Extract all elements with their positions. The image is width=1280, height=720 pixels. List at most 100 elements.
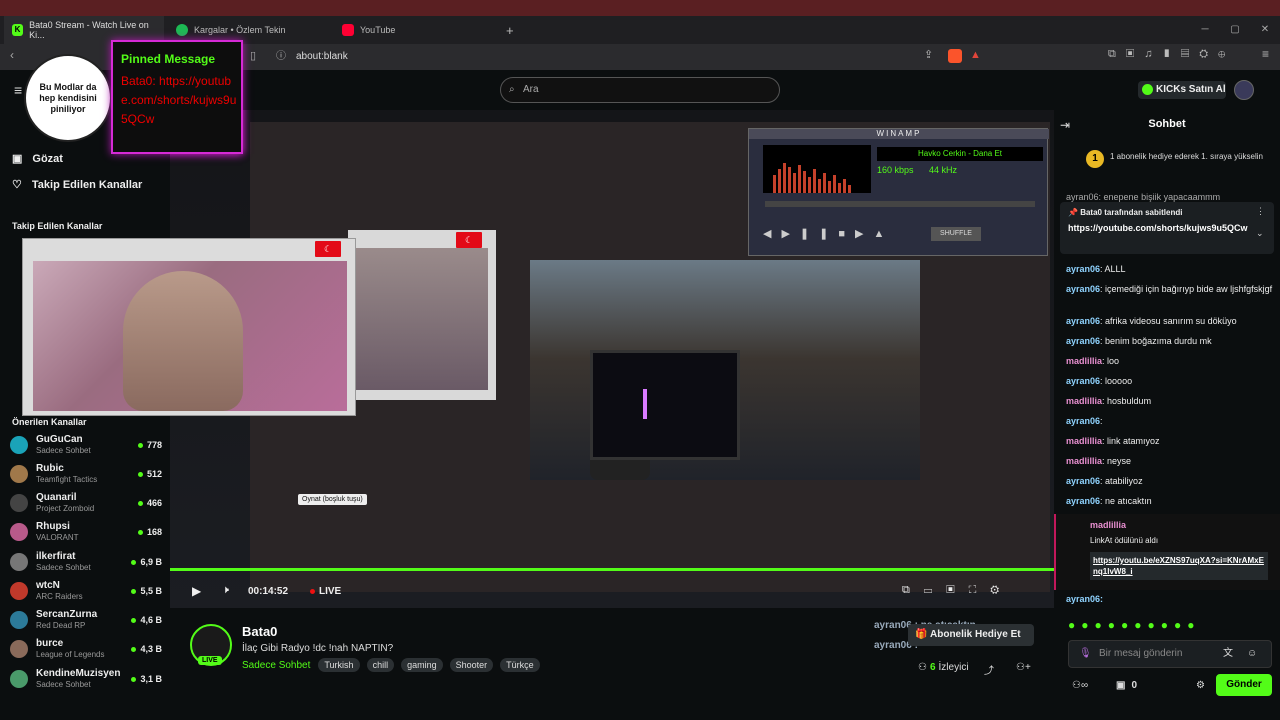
minimize-icon[interactable]: ─ <box>1190 16 1220 44</box>
bookmark-icon[interactable]: ▯ <box>250 49 256 62</box>
streamer-name[interactable]: Bata0 <box>242 624 277 639</box>
live-dot <box>137 529 143 535</box>
chat-message: madlillia: hosbuldum <box>1066 396 1152 406</box>
winamp-title: WINAMP <box>749 129 1049 139</box>
tag[interactable]: Türkçe <box>500 658 540 672</box>
tv-overlay: ☾ <box>22 238 356 416</box>
chat-username[interactable]: ayran06 <box>1066 376 1100 386</box>
maximize-icon[interactable]: ▢ <box>1220 16 1250 44</box>
sidebar-item-label: Gözat <box>32 152 63 165</box>
search-icon: ⌕ <box>509 84 515 95</box>
chat-settings-icon[interactable]: ⚙ <box>1196 680 1205 691</box>
channel-avatar <box>10 582 28 600</box>
send-button[interactable]: Gönder <box>1216 674 1272 696</box>
channel-row[interactable]: KendineMuzisyen Sadece Sohbet 3,1 B <box>10 665 162 693</box>
close-icon[interactable]: ✕ <box>1250 16 1280 44</box>
viewer-count: 3,1 B <box>140 674 162 684</box>
back-icon[interactable]: ‹ <box>10 48 14 62</box>
pinned-link[interactable]: https://youtube.com/shorts/kujws9u5QCw <box>1068 222 1256 234</box>
microphone-icon: 🎙 <box>1079 648 1092 659</box>
tag[interactable]: Shooter <box>449 658 494 672</box>
share-stream-icon[interactable]: ⤴ <box>984 662 994 677</box>
tv-inset-back: ☾ <box>348 230 496 400</box>
follow-user-icon[interactable]: ⚇+ <box>1016 662 1031 673</box>
kicks-coin-icon <box>1142 84 1153 95</box>
sidebar-item-following[interactable]: ♡ Takip Edilen Kanallar <box>12 178 142 192</box>
channel-name: Rhupsi <box>36 521 70 532</box>
chat-username[interactable]: madlillia <box>1066 356 1102 366</box>
pinned-message-overlay: Pinned Message Bata0: https://youtube.co… <box>111 40 243 154</box>
channel-row[interactable]: Quanaril Project Zomboid 466 <box>10 489 162 517</box>
menu-icon[interactable]: ≡ <box>1262 47 1269 61</box>
channel-row[interactable]: burce League of Legends 4,3 B <box>10 635 162 663</box>
chat-username[interactable]: ayran06 <box>1066 336 1100 346</box>
channel-viewers: 512 <box>137 469 162 479</box>
hamburger-icon[interactable]: ≡ <box>14 82 22 98</box>
stream-title: İlaç Gibi Radyo !dc !nah NAPTIN? <box>242 643 394 654</box>
tag[interactable]: Turkish <box>318 658 360 672</box>
reward-user: madlillia <box>1090 520 1127 530</box>
search-input[interactable]: ⌕ Ara <box>500 77 780 103</box>
channel-row[interactable]: SercanZurna Red Dead RP 4,6 B <box>10 606 162 634</box>
chat-username[interactable]: madlillia <box>1066 436 1102 446</box>
winamp-seek[interactable] <box>765 201 1035 207</box>
tag[interactable]: gaming <box>401 658 443 672</box>
rewards-icon[interactable]: ▲ <box>970 49 981 61</box>
channel-row[interactable]: Rubic Teamfight Tactics 512 <box>10 460 162 488</box>
channel-row[interactable]: Rhupsi VALORANT 168 <box>10 518 162 546</box>
chat-input[interactable]: 🎙 Bir mesaj gönderin 文 ☺ <box>1068 640 1272 668</box>
chat-username[interactable]: madlillia <box>1066 396 1102 406</box>
tab-youtube[interactable]: YouTube <box>334 16 494 44</box>
chat-username[interactable]: ayran06 <box>1066 496 1100 506</box>
extensions-icon[interactable]: ⧉▣♫▮▤⛭⊕ <box>1108 48 1235 61</box>
tag[interactable]: chill <box>366 658 395 672</box>
stream-category[interactable]: Sadece Sohbet <box>242 660 310 671</box>
monitor-light <box>643 389 647 419</box>
reward-link[interactable]: https://youtu.be/eXZNS97uqXA?si=KNrAMxEn… <box>1090 552 1268 580</box>
player-time: 00:14:52 <box>248 586 289 597</box>
player-right-controls[interactable]: ⧉▭▣⛶⚙ <box>902 584 1013 597</box>
chat-username[interactable]: ayran06 <box>1066 284 1100 294</box>
channel-row[interactable]: wtcN ARC Raiders 5,5 B <box>10 577 162 605</box>
shuffle-button[interactable]: SHUFFLE <box>931 227 981 241</box>
translate-icon[interactable]: 文 <box>1223 641 1233 667</box>
avatar[interactable] <box>1234 80 1254 100</box>
gift-subscription-button[interactable]: 🎁 Abonelik Hediye Et <box>908 624 1034 646</box>
live-dot <box>137 500 143 506</box>
buy-kicks-button[interactable]: KICKs Satın Al <box>1138 81 1226 99</box>
chat-username[interactable]: ayran06 <box>1066 416 1100 426</box>
channel-row[interactable]: GuGuCan Sadece Sohbet 778 <box>10 431 162 459</box>
chat-input-placeholder: Bir mesaj gönderin <box>1099 648 1183 659</box>
brave-shield-icon[interactable] <box>948 49 962 63</box>
mute-icon[interactable]: 🕨 <box>222 584 229 597</box>
desktop-background <box>0 0 1280 16</box>
more-options-icon[interactable]: ⋮ <box>1256 206 1265 217</box>
winamp-kbps: 160 kbps <box>877 165 914 175</box>
sidebar-item-browse[interactable]: ▣ Gözat <box>12 152 63 166</box>
play-icon[interactable]: ▶ <box>192 584 201 598</box>
channel-viewers: 168 <box>137 527 162 537</box>
live-indicator: LIVE <box>310 586 341 597</box>
chat-username[interactable]: ayran06 <box>1066 264 1100 274</box>
emoji-icon[interactable]: ☺ <box>1247 641 1257 667</box>
chevron-down-icon[interactable]: ⌄ <box>1256 228 1264 239</box>
chat-text: looooo <box>1105 376 1133 386</box>
new-tab-button[interactable]: + <box>498 16 518 44</box>
channel-text: Rubic Teamfight Tactics <box>36 463 138 485</box>
chat-message: ayran06: benim boğazıma durdu mk <box>1066 336 1212 346</box>
kicks-balance[interactable]: ▣ 0 <box>1116 680 1137 691</box>
chat-username[interactable]: ayran06 <box>1066 476 1100 486</box>
winamp-controls[interactable]: ◀▶❚❚■▶▲ <box>763 227 894 240</box>
chat-points-icon[interactable]: ⚇∞ <box>1072 680 1088 691</box>
share-icon[interactable]: ⇪ <box>924 48 933 61</box>
address-bar[interactable]: ⓘ about:blank <box>268 47 988 67</box>
kick-icon: K <box>12 24 24 36</box>
channel-row[interactable]: ilkerfirat Sadece Sohbet 6,9 B <box>10 548 162 576</box>
pinned-body: Bata0: https://youtube.com/shorts/kujws9… <box>121 74 237 126</box>
winamp-track: Havko Cerkin - Dana Et <box>877 147 1043 161</box>
live-dot <box>131 559 137 565</box>
chat-username[interactable]: ayran06 <box>1066 316 1100 326</box>
emote-bar[interactable]: ●●●●●●●●●● <box>1068 618 1200 632</box>
progress-bar[interactable] <box>170 568 1054 571</box>
chat-username[interactable]: madlillia <box>1066 456 1102 466</box>
